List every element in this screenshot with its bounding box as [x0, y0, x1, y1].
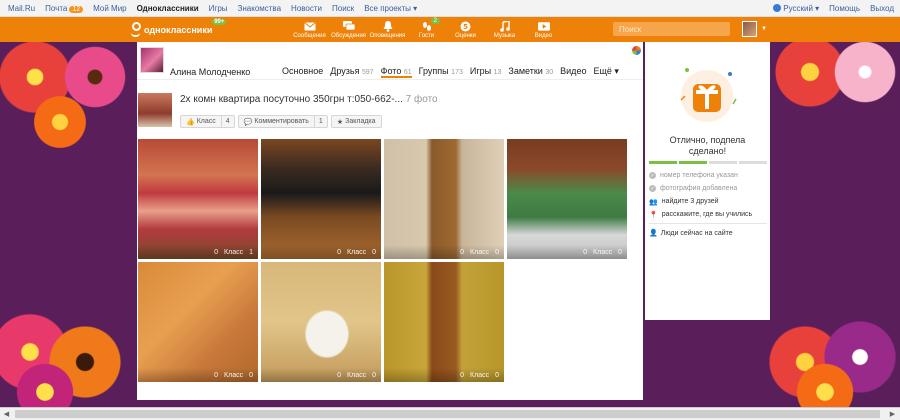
album-cover[interactable] [138, 93, 172, 127]
photo-meta: 0 Класс 0 [261, 368, 381, 382]
globe-icon [773, 4, 782, 13]
nav-video[interactable]: Видео [524, 17, 563, 42]
task-list: ✓ номер телефона указан ✓ фотография добав… [649, 169, 767, 221]
like-button[interactable]: 👍 Класс 4 [180, 115, 235, 128]
help-link[interactable]: Помощь [829, 4, 860, 13]
avatar[interactable] [140, 47, 164, 73]
check-icon: ✓ [649, 185, 656, 192]
portal-link-ok[interactable]: Одноклассники [137, 4, 199, 13]
flower-decoration [830, 42, 900, 107]
comment-icon: 💬 [243, 118, 253, 126]
scroll-right-icon[interactable]: ▶ [886, 408, 899, 420]
location-icon: 📍 [649, 211, 658, 219]
photo-meta: 0 Класс 0 [384, 245, 504, 259]
task-item[interactable]: 👥 найдите 3 друзей [649, 195, 767, 208]
photo-tile[interactable]: 0 Класс 1 [138, 139, 258, 259]
portal-link-mailru[interactable]: Mail.Ru [8, 4, 35, 13]
ok-logo-icon [130, 21, 141, 38]
portal-link-dating[interactable]: Знакомства [238, 4, 282, 13]
flower-decoration [30, 92, 90, 152]
profile-tabs: Основное Друзья 597 Фото 61 Группы 173 И… [282, 66, 619, 78]
comment-button[interactable]: 💬 Комментировать 1 [237, 115, 328, 128]
portal-link-mail[interactable]: Почта 12 [45, 4, 84, 13]
album-title: 2х комн квартира посуточно 350грн т:050-… [180, 94, 438, 105]
nav-ratings[interactable]: 5 Оценки [446, 17, 485, 42]
chevron-down-icon[interactable]: ▼ [761, 26, 767, 32]
photo-meta: 0 Класс 0 [507, 245, 627, 259]
photo-tile[interactable]: 0 Класс 0 [384, 262, 504, 382]
photo-meta: 0 Класс 0 [261, 245, 381, 259]
logout-link[interactable]: Выход [870, 4, 894, 13]
guests-count-badge: 2 [430, 18, 440, 24]
like-count: 4 [220, 116, 234, 127]
tab-friends[interactable]: Друзья 597 [330, 66, 373, 78]
photo-tile[interactable]: 0 Класс 0 [261, 262, 381, 382]
tab-photos[interactable]: Фото 61 [380, 66, 412, 78]
music-icon [499, 20, 511, 32]
language-selector[interactable]: Русский ▾ [773, 4, 819, 13]
task-item: ✓ номер телефона указан [649, 172, 738, 179]
svg-text:5: 5 [463, 23, 468, 31]
apps-icon[interactable] [632, 46, 641, 55]
photo-meta: 0 Класс 1 [138, 245, 258, 259]
nav-discussions[interactable]: Обсуждения [329, 17, 368, 42]
photo-meta: 0 Класс 0 [384, 368, 504, 382]
bell-icon [382, 20, 394, 32]
video-icon [537, 21, 550, 32]
nav-messages[interactable]: Сообщения [290, 17, 329, 42]
logo-badge: 99+ [212, 18, 227, 25]
portal-bar: Mail.Ru Почта 12 Мой Мир Одноклассники Иг… [0, 0, 900, 17]
tab-video[interactable]: Видео [560, 66, 586, 78]
nav-notifications[interactable]: Оповещения [368, 17, 407, 42]
chat-icon [342, 21, 355, 32]
nav-music[interactable]: Музыка [485, 17, 524, 42]
tab-games[interactable]: Игры 13 [470, 66, 502, 78]
scrollbar-thumb[interactable] [15, 410, 880, 418]
portal-link-games[interactable]: Игры [209, 4, 228, 13]
photo-tile[interactable]: 0 Класс 0 [138, 262, 258, 382]
photo-tile[interactable]: 0 Класс 0 [507, 139, 627, 259]
tab-more[interactable]: Ещё ▾ [593, 66, 618, 78]
search-input[interactable] [613, 22, 730, 36]
horizontal-scrollbar[interactable]: ◀ ▶ [0, 407, 900, 420]
header-nav: Сообщения Обсуждения Оповещения Гости 2 … [290, 17, 563, 42]
portal-link-news[interactable]: Новости [291, 4, 322, 13]
person-icon: 👤 [649, 230, 658, 237]
profile-name[interactable]: Алина Молодченко [170, 67, 250, 77]
check-icon: ✓ [649, 172, 656, 179]
portal-link-search[interactable]: Поиск [332, 4, 354, 13]
tab-notes[interactable]: Заметки 30 [508, 66, 553, 78]
bookmark-button[interactable]: ★ Закладка [330, 115, 382, 128]
ok-logo[interactable]: одноклассники 99+ [130, 18, 227, 38]
nav-guests[interactable]: Гости 2 [407, 17, 446, 42]
friends-icon: 👥 [649, 198, 658, 206]
completion-message: Отлично, подпела сделано! [669, 135, 746, 156]
task-item: ✓ фотография добавлена [649, 185, 738, 192]
photo-tile[interactable]: 0 Класс 0 [261, 139, 381, 259]
right-sidebar: Отлично, подпела сделано! ✓ номер телефон… [645, 42, 770, 320]
header-avatar[interactable] [742, 21, 757, 37]
photo-meta: 0 Класс 0 [138, 368, 258, 382]
comment-count: 1 [313, 116, 327, 127]
task-item[interactable]: 📍 расскажите, где вы учились [649, 208, 767, 221]
portal-link-myworld[interactable]: Мой Мир [93, 4, 126, 13]
gift-icon [680, 68, 737, 122]
envelope-icon [303, 21, 316, 32]
tab-groups[interactable]: Группы 173 [419, 66, 463, 78]
scroll-left-icon[interactable]: ◀ [0, 408, 13, 420]
ok-header: одноклассники 99+ Сообщения Обсуждения О… [0, 17, 900, 42]
mail-count-badge: 12 [69, 5, 84, 13]
profile-header: Алина Молодченко Основное Друзья 597 Фот… [137, 42, 643, 80]
album-photo-count: 7 фото [405, 94, 438, 105]
star-icon: ★ [336, 118, 344, 126]
main-content: Алина Молодченко Основное Друзья 597 Фот… [137, 42, 643, 400]
photo-tile[interactable]: 0 Класс 0 [384, 139, 504, 259]
portal-link-all-projects[interactable]: Все проекты ▾ [364, 4, 417, 13]
album-actions: 👍 Класс 4 💬 Комментировать 1 ★ Закладка [180, 115, 382, 128]
rating-icon: 5 [460, 21, 472, 32]
tab-main[interactable]: Основное [282, 66, 323, 78]
thumbs-up-icon: 👍 [186, 118, 195, 126]
profile-progress-bar [649, 161, 767, 164]
online-people-link[interactable]: 👤 Люди сейчас на сайте [649, 223, 767, 237]
